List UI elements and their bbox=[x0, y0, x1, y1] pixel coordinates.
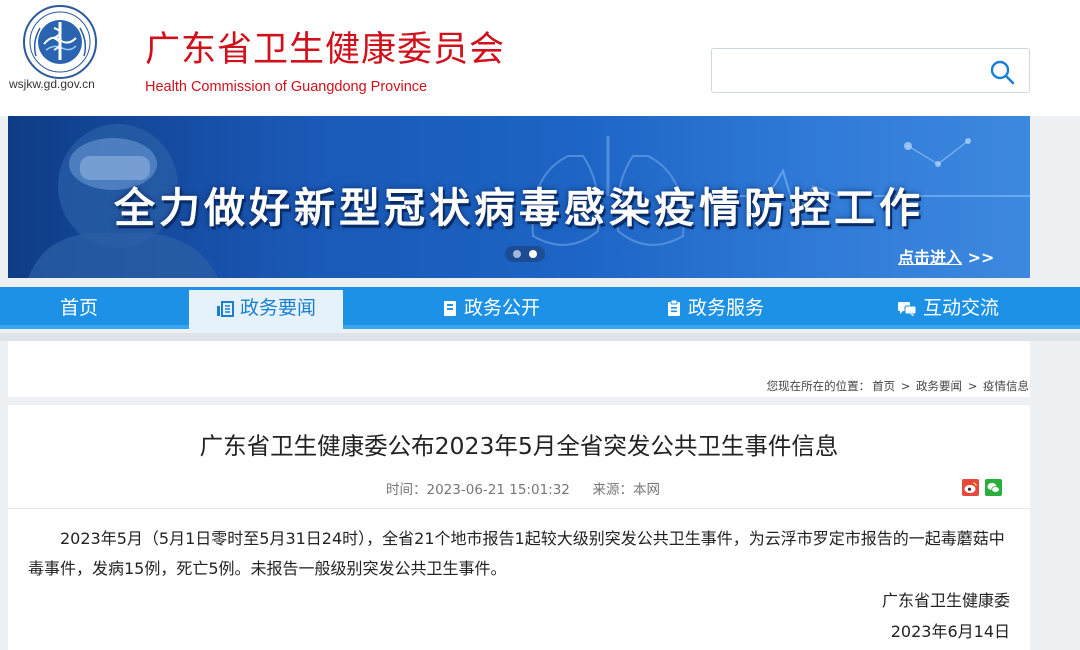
health-commission-emblem-icon[interactable] bbox=[22, 4, 98, 80]
main-nav: 首页 政务要闻 政务公开 政务服务 互动交流 bbox=[0, 287, 1080, 332]
nav-news-label: 政务要闻 bbox=[239, 297, 316, 319]
site-domain: wsjkw.gd.gov.cn bbox=[9, 77, 95, 91]
breadcrumb-separator: > bbox=[900, 379, 911, 393]
site-title-en: Health Commission of Guangdong Province bbox=[145, 79, 428, 95]
banner-slogan: 全力做好新型冠状病毒感染疫情防控工作 bbox=[114, 184, 924, 232]
signature-date: 2023年6月14日 bbox=[890, 622, 1010, 641]
nav-news[interactable]: 政务要闻 bbox=[189, 290, 343, 332]
article-title: 广东省卫生健康委公布2023年5月全省突发公共卫生事件信息 bbox=[199, 432, 839, 460]
slide-dot-2[interactable] bbox=[529, 250, 537, 258]
breadcrumb-item-epidemic[interactable]: 疫情信息 bbox=[983, 379, 1029, 393]
chat-icon bbox=[897, 301, 917, 316]
signature-org: 广东省卫生健康委 bbox=[881, 591, 1010, 610]
article-meta: 时间：2023-06-21 15:01:32 来源：本网 bbox=[386, 478, 660, 498]
time-label: 时间： bbox=[386, 482, 427, 498]
site-title[interactable]: 广东省卫生健康委员会 bbox=[145, 28, 505, 72]
breadcrumb-panel: 您现在所在的位置： 首页 > 政务要闻 > 疫情信息 bbox=[8, 341, 1030, 397]
breadcrumb-separator: > bbox=[967, 379, 978, 393]
slide-dot-1[interactable] bbox=[513, 250, 521, 258]
news-icon bbox=[216, 300, 234, 317]
breadcrumb: 您现在所在的位置： 首页 > 政务要闻 > 疫情信息 bbox=[766, 378, 1030, 394]
nav-shadow-strip bbox=[0, 333, 1080, 341]
site-header: wsjkw.gd.gov.cn 广东省卫生健康委员会 Health Commis… bbox=[0, 0, 1080, 116]
nav-open-affairs-label: 政务公开 bbox=[463, 297, 540, 319]
weibo-share-icon[interactable] bbox=[962, 479, 979, 496]
wechat-share-icon[interactable] bbox=[985, 479, 1002, 496]
search-input[interactable] bbox=[720, 57, 980, 84]
breadcrumb-prefix: 您现在所在的位置： bbox=[766, 379, 871, 393]
breadcrumb-item-news[interactable]: 政务要闻 bbox=[916, 379, 962, 393]
nav-home-label: 首页 bbox=[59, 297, 98, 319]
document-icon bbox=[443, 301, 456, 316]
service-icon bbox=[667, 300, 680, 316]
slide-indicator bbox=[505, 246, 545, 262]
search-icon[interactable] bbox=[989, 59, 1015, 85]
meta-divider bbox=[8, 508, 1030, 509]
nav-home[interactable]: 首页 bbox=[0, 287, 158, 329]
article: 广东省卫生健康委公布2023年5月全省突发公共卫生事件信息 时间：2023-06… bbox=[8, 405, 1030, 650]
banner-enter-label: 点击进入 bbox=[898, 248, 963, 267]
publish-time: 2023-06-21 15:01:32 bbox=[426, 482, 570, 498]
nav-services[interactable]: 政务服务 bbox=[636, 287, 794, 329]
article-body: 2023年5月（5月1日零时至5月31日24时），全省21个地市报告1起较大级别… bbox=[28, 529, 1005, 578]
nav-open-affairs[interactable]: 政务公开 bbox=[412, 287, 570, 329]
nav-services-label: 政务服务 bbox=[687, 297, 764, 319]
banner-enter-link[interactable]: 点击进入 >> bbox=[898, 244, 994, 268]
epidemic-banner[interactable]: 全力做好新型冠状病毒感染疫情防控工作 点击进入 >> bbox=[8, 116, 1030, 278]
banner-enter-arrows: >> bbox=[967, 248, 995, 267]
source-value: 本网 bbox=[632, 482, 660, 498]
search-box bbox=[711, 48, 1030, 93]
nav-interaction[interactable]: 互动交流 bbox=[858, 287, 1038, 329]
source-label: 来源： bbox=[592, 482, 633, 498]
nav-interaction-label: 互动交流 bbox=[922, 297, 999, 319]
breadcrumb-item-home[interactable]: 首页 bbox=[872, 379, 895, 393]
